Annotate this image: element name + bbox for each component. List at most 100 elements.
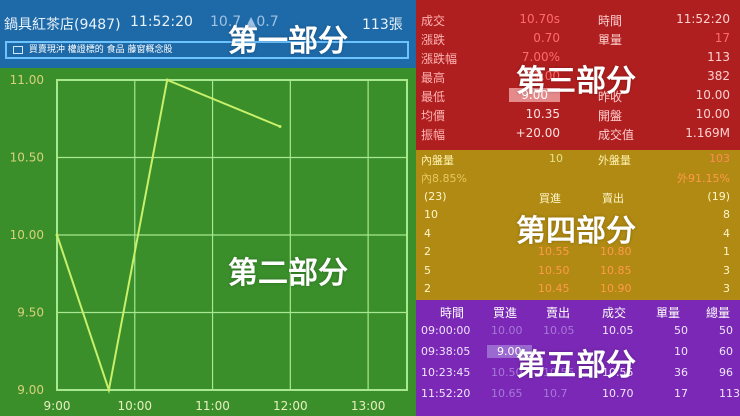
- price-chart-panel: 11.00 10.50 10.00 9.50 9.00 9:00 10:00 11:00 12:…: [0, 68, 416, 416]
- x-tick-label: 13:00: [351, 399, 386, 413]
- y-tick-label: 9.00: [17, 383, 44, 397]
- inner-volume-value: 10: [549, 152, 563, 165]
- trade-cell: 10.65: [491, 387, 523, 400]
- quote-value: 0.70: [533, 31, 560, 45]
- trade-cell: 10.70: [602, 387, 634, 400]
- book-cell-bp: 10.50: [538, 263, 570, 277]
- stock-tags-bar[interactable]: 買賣現沖 權證標的 食品 藤窗概念股: [5, 41, 409, 59]
- quote-value: 10.00: [695, 107, 730, 121]
- quote-value: 10.35: [525, 107, 560, 121]
- inner-volume-label: 內盤量: [421, 154, 454, 167]
- quote-label: 單量: [598, 33, 623, 47]
- trade-cell: 11:52:20: [421, 387, 471, 400]
- header-time: 11:52:20: [130, 14, 193, 30]
- quote-row: 漲跌 0.70 單量 17: [416, 31, 740, 50]
- price-point: [107, 388, 111, 392]
- quote-row: 振幅 +20.00 成交值 1.169M: [416, 126, 740, 145]
- trade-col-header: 單量: [656, 306, 681, 320]
- quote-value: 382: [707, 69, 730, 83]
- inner-ratio: 內8.85%: [421, 172, 467, 185]
- quote-value: 10.70s: [519, 12, 560, 26]
- book-cell-bp: 10.45: [538, 282, 570, 295]
- part4-label: 第四部分: [516, 214, 636, 249]
- book-level-row[interactable]: 2 10.45 10.90 3: [416, 282, 740, 301]
- quote-label: 時間: [598, 14, 623, 28]
- book-cell-aq: 3: [723, 263, 730, 277]
- header-volume: 113張: [362, 17, 403, 33]
- book-level-row[interactable]: 5 10.50 10.85 3: [416, 264, 740, 283]
- trade-cell: 09:38:05: [421, 345, 471, 358]
- part2-label: 第二部分: [228, 256, 348, 291]
- quote-value: 1.169M: [685, 126, 730, 140]
- quote-value: 11:52:20: [676, 12, 730, 26]
- x-tick-label: 9:00: [44, 399, 71, 413]
- book-cell-ap: 10.85: [600, 263, 632, 277]
- quote-value: 17: [714, 31, 730, 45]
- outer-volume-label: 外盤量: [598, 154, 631, 167]
- trade-cell: 50: [719, 324, 733, 337]
- quote-label: 最高: [421, 71, 446, 85]
- quote-label: 開盤: [598, 109, 623, 123]
- book-cell-aq: 4: [723, 226, 730, 240]
- quote-label: 漲跌幅: [421, 52, 458, 66]
- book-cell-bq: 2: [424, 282, 431, 295]
- trade-col-header: 成交: [602, 306, 627, 320]
- outer-ratio: 外91.15%: [677, 172, 730, 185]
- price-point: [165, 78, 169, 82]
- ask-header: 賣出: [602, 192, 624, 205]
- trade-cell: 50: [674, 324, 688, 337]
- stock-tags: 買賣現沖 權證標的 食品 藤窗概念股: [28, 45, 173, 55]
- book-cell-aq: 8: [723, 208, 730, 221]
- quote-value: 113: [707, 50, 730, 64]
- outer-volume-value: 103: [709, 152, 730, 165]
- y-tick-label: 10.50: [10, 151, 44, 165]
- quote-row: 成交 10.70s 時間 11:52:20: [416, 12, 740, 31]
- price-chart[interactable]: 11.00 10.50 10.00 9.50 9.009:00 10:00 11:00 12:…: [0, 68, 416, 416]
- trade-cell: 36: [674, 366, 688, 379]
- book-cell-aq: 1: [723, 245, 730, 258]
- part5-label: 第五部分: [516, 348, 636, 383]
- trade-cell: 10.7: [543, 387, 568, 400]
- book-cell-bq: 4: [424, 226, 431, 240]
- price-point: [278, 125, 282, 128]
- x-tick-label: 11:00: [195, 399, 230, 413]
- bid-total: (23): [424, 190, 447, 203]
- trade-cell: 10.00: [491, 324, 523, 337]
- quote-label: 振幅: [421, 128, 446, 142]
- book-cell-bq: 2: [424, 245, 431, 258]
- trade-col-header: 時間: [440, 306, 465, 320]
- price-point: [55, 233, 59, 237]
- trade-cell: 10: [674, 345, 688, 358]
- trade-row[interactable]: 11:52:20 10.65 10.7 10.70 17 113: [416, 387, 740, 407]
- quote-label: 成交: [421, 14, 446, 28]
- x-tick-label: 12:00: [273, 399, 308, 413]
- trade-cell: 113: [719, 387, 740, 400]
- quote-label: 成交值: [598, 128, 635, 142]
- trade-col-header: 賣出: [546, 306, 571, 320]
- quote-label: 最低: [421, 90, 446, 104]
- part3-label: 第三部分: [516, 64, 636, 99]
- quote-row: 均價 10.35 開盤 10.00: [416, 107, 740, 126]
- book-cell-ap: 10.90: [600, 282, 632, 295]
- trade-cell: 10:23:45: [421, 366, 471, 379]
- trade-cell: 10.05: [543, 324, 575, 337]
- quote-label: 漲跌: [421, 33, 446, 47]
- trade-cell: 17: [674, 387, 688, 400]
- quote-label: 均價: [421, 109, 446, 123]
- ask-total: (19): [707, 190, 730, 203]
- trade-cell: 10.05: [602, 324, 634, 337]
- list-icon: [13, 45, 23, 54]
- trade-cell: 09:00:00: [421, 324, 471, 337]
- book-cell-aq: 3: [723, 282, 730, 295]
- trade-header-row: 時間 買進 賣出 成交 單量 總量: [416, 304, 740, 324]
- trade-col-header: 買進: [493, 306, 518, 320]
- trade-col-header: 總量: [706, 306, 731, 320]
- y-tick-label: 10.00: [10, 228, 44, 242]
- trade-cell: 60: [719, 345, 733, 358]
- quote-value: +20.00: [515, 126, 560, 140]
- x-tick-label: 10:00: [117, 399, 152, 413]
- bid-header: 買進: [539, 192, 561, 205]
- inner-outer-row: 內盤量 10 外盤量 103: [416, 152, 740, 171]
- stock-title[interactable]: 鍋具紅茶店(9487): [4, 14, 121, 34]
- y-tick-label: 9.50: [17, 306, 44, 320]
